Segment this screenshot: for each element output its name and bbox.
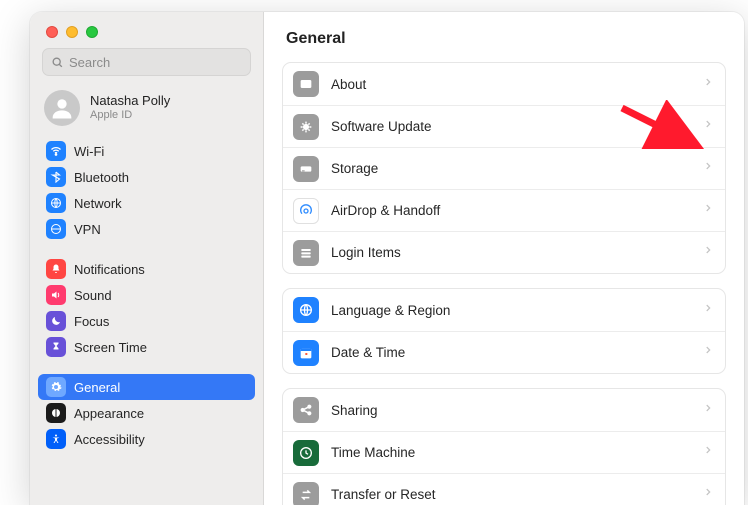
sidebar-item-label: Sound [74,288,112,303]
sidebar-item-network[interactable]: Network [38,190,255,216]
sidebar-item-sound[interactable]: Sound [38,282,255,308]
sidebar-item-notifications[interactable]: Notifications [38,256,255,282]
calendar-icon [293,340,319,366]
gear-icon [46,377,66,397]
search-input[interactable] [69,55,242,70]
sidebar-item-label: VPN [74,222,101,237]
row-label: Time Machine [331,445,691,460]
search-icon [51,56,64,69]
sidebar-item-wifi[interactable]: Wi-Fi [38,138,255,164]
sidebar-item-accessibility[interactable]: Accessibility [38,426,255,452]
moon-icon [46,311,66,331]
list-icon [293,240,319,266]
row-timemachine[interactable]: Time Machine [283,431,725,473]
sidebar-item-label: Bluetooth [74,170,129,185]
row-label: Language & Region [331,303,691,318]
row-label: Date & Time [331,345,691,360]
row-label: Transfer or Reset [331,487,691,502]
airdrop-icon [293,198,319,224]
wifi-icon [46,141,66,161]
row-software[interactable]: Software Update [283,105,725,147]
fullscreen-window-button[interactable] [86,26,98,38]
sidebar-list: Wi-Fi Bluetooth Network VPN Notifications Sou… [30,138,263,452]
share-icon [293,397,319,423]
timemachine-icon [293,440,319,466]
apple-id-profile[interactable]: Natasha Polly Apple ID [30,86,263,138]
minimize-window-button[interactable] [66,26,78,38]
row-label: AirDrop & Handoff [331,203,691,218]
sidebar-item-bluetooth[interactable]: Bluetooth [38,164,255,190]
row-about[interactable]: About [283,63,725,105]
row-airdrop[interactable]: AirDrop & Handoff [283,189,725,231]
row-storage[interactable]: Storage [283,147,725,189]
close-window-button[interactable] [46,26,58,38]
avatar [44,90,80,126]
row-label: Storage [331,161,691,176]
chevron-right-icon [703,401,713,420]
chevron-right-icon [703,159,713,178]
sidebar-item-label: Appearance [74,406,144,421]
settings-group: Language & Region Date & Time [282,288,726,374]
sidebar-item-screentime[interactable]: Screen Time [38,334,255,360]
globe-icon [293,297,319,323]
row-label: Login Items [331,245,691,260]
row-datetime[interactable]: Date & Time [283,331,725,373]
sidebar-item-label: Notifications [74,262,145,277]
sidebar-item-vpn[interactable]: VPN [38,216,255,242]
main-panel: General About Software Update Storage AirDr… [264,12,744,505]
bluetooth-icon [46,167,66,187]
settings-group: Sharing Time Machine Transfer or Reset [282,388,726,505]
row-sharing[interactable]: Sharing [283,389,725,431]
chevron-right-icon [703,243,713,262]
accessibility-icon [46,429,66,449]
chevron-right-icon [703,485,713,504]
sidebar-item-label: Accessibility [74,432,145,447]
hourglass-icon [46,337,66,357]
chevron-right-icon [703,75,713,94]
row-label: Software Update [331,119,691,134]
info-icon [293,71,319,97]
sidebar: Natasha Polly Apple ID Wi-Fi Bluetooth Net… [30,12,264,505]
settings-window: Natasha Polly Apple ID Wi-Fi Bluetooth Net… [30,12,744,505]
row-login[interactable]: Login Items [283,231,725,273]
profile-name: Natasha Polly [90,94,170,109]
speaker-icon [46,285,66,305]
disk-icon [293,156,319,182]
search-field[interactable] [42,48,251,76]
sidebar-item-appearance[interactable]: Appearance [38,400,255,426]
sidebar-item-general[interactable]: General [38,374,255,400]
sidebar-item-label: Network [74,196,122,211]
sidebar-item-label: General [74,380,120,395]
chevron-right-icon [703,117,713,136]
chevron-right-icon [703,343,713,362]
chevron-right-icon [703,201,713,220]
row-language[interactable]: Language & Region [283,289,725,331]
vpn-icon [46,219,66,239]
settings-group: About Software Update Storage AirDrop & Han… [282,62,726,274]
chevron-right-icon [703,443,713,462]
row-label: About [331,77,691,92]
window-traffic-lights [30,12,263,48]
appearance-icon [46,403,66,423]
page-title: General [286,30,726,48]
sidebar-item-label: Wi-Fi [74,144,104,159]
gear-refresh-icon [293,114,319,140]
sidebar-item-label: Screen Time [74,340,147,355]
sidebar-item-focus[interactable]: Focus [38,308,255,334]
bell-icon [46,259,66,279]
row-label: Sharing [331,403,691,418]
profile-subtitle: Apple ID [90,109,170,122]
sidebar-item-label: Focus [74,314,109,329]
chevron-right-icon [703,301,713,320]
row-transfer[interactable]: Transfer or Reset [283,473,725,505]
transfer-icon [293,482,319,505]
network-icon [46,193,66,213]
